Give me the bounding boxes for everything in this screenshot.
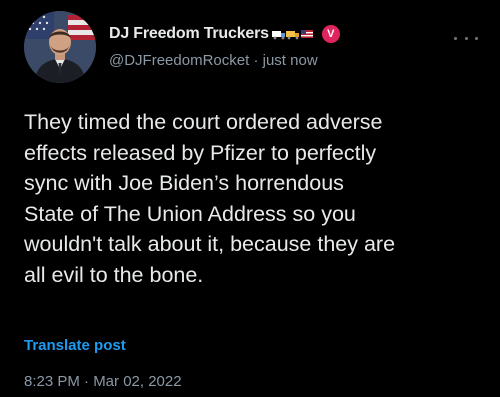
avatar[interactable] (24, 11, 96, 83)
post-time-ago[interactable]: just now (263, 52, 318, 69)
flag-icon (300, 30, 313, 38)
tweet-text: They timed the court ordered adverse eff… (24, 110, 396, 287)
name-emojis (271, 28, 314, 40)
display-name[interactable]: DJ Freedom Truckers (109, 25, 269, 43)
dot (454, 36, 457, 40)
verified-badge-icon: V (321, 25, 340, 43)
truck-icon (271, 31, 285, 40)
truck-icon (285, 31, 299, 40)
author-meta: @DJFreedomRocket · just now (109, 52, 318, 69)
author-name-row[interactable]: DJ Freedom Truckers V (109, 24, 340, 44)
post-timestamp[interactable]: 8:23 PM · Mar 02, 2022 (24, 373, 182, 390)
handle[interactable]: @DJFreedomRocket (109, 52, 249, 69)
more-options-icon[interactable] (454, 33, 478, 43)
profile-photo (24, 11, 96, 83)
meta-separator: · (253, 52, 259, 69)
translate-post-link[interactable]: Translate post (24, 337, 126, 354)
dot (464, 36, 468, 40)
dot (475, 36, 478, 40)
